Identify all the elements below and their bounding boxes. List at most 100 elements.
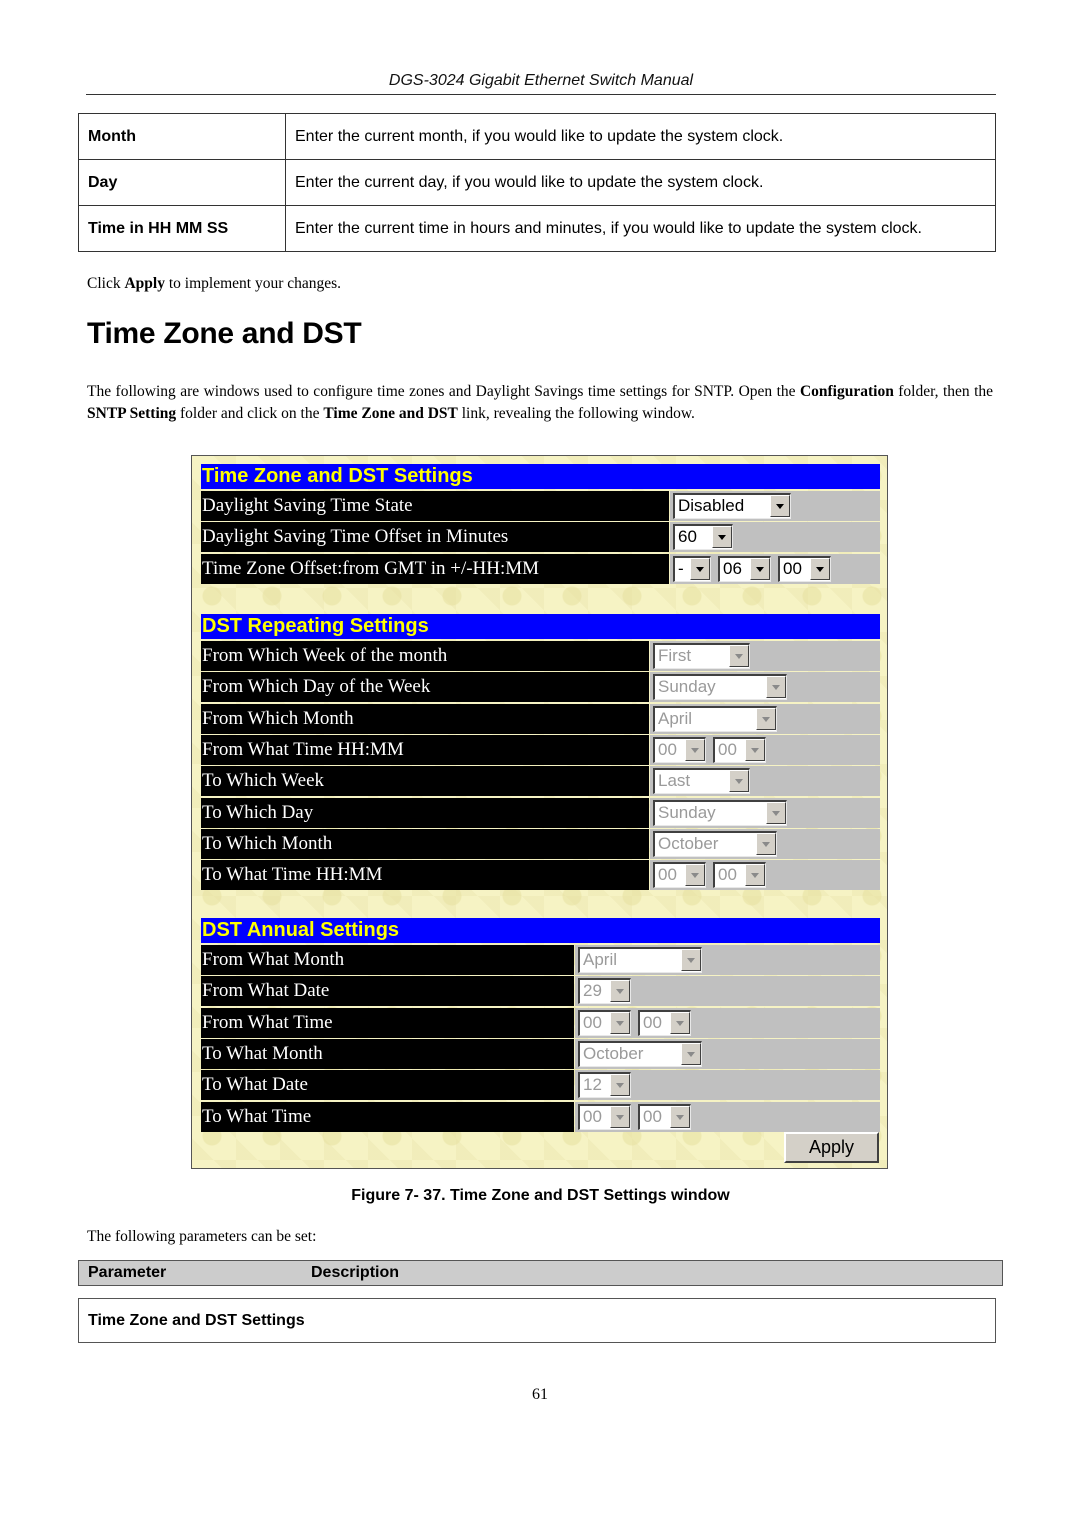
setting-value-cell: 12 [575,1070,880,1101]
dropdown-select[interactable]: 00 [578,1103,631,1130]
dropdown-select[interactable]: 06 [718,555,771,582]
dropdown-select[interactable]: October [653,830,777,857]
dropdown-value: Sunday [658,802,716,822]
setting-value-cell: 00 00 [650,860,880,891]
chevron-down-icon[interactable] [610,1011,630,1034]
bold-run: Configuration [799,383,894,400]
desc-month: Enter the current month, if you would li… [285,113,996,160]
dropdown-select[interactable]: 00 [713,862,766,889]
text-run: Click [87,275,125,292]
setting-value-cell: October [650,828,880,859]
setting-label: From What Time [201,1007,574,1038]
dropdown-value: 29 [583,981,602,1001]
setting-value-cell: October [575,1038,880,1069]
dropdown-select[interactable]: Disabled [673,493,791,519]
header-rule [86,94,996,95]
setting-label: To What Date [201,1070,574,1101]
dropdown-select[interactable]: Sunday [653,674,787,701]
dropdown-select[interactable]: 29 [578,978,631,1005]
dropdown-select[interactable]: - [673,555,711,582]
dropdown-value: October [658,833,719,853]
chevron-down-icon[interactable] [729,645,749,667]
chevron-down-icon[interactable] [729,770,749,793]
setting-label: From What Date [201,976,574,1007]
settings-row: From Which Day of the Week Sunday [201,672,880,703]
dropdown-value: Sunday [658,677,716,697]
setting-label: To What Time HH:MM [201,860,649,891]
chevron-down-icon[interactable] [770,495,790,517]
dropdown-select[interactable]: First [653,643,750,669]
setting-value-cell: 00 00 [575,1007,880,1038]
dropdown-value: 00 [658,865,677,885]
tz-section-title: Time Zone and DST Settings [201,464,880,489]
parameter-table-top: Month Enter the current month, if you wo… [78,113,996,252]
following-text: The following parameters can be set: [87,1228,317,1245]
setting-label: To What Time [201,1101,574,1132]
chevron-down-icon[interactable] [756,832,776,855]
settings-row: From Which Week of the month First [201,641,880,671]
dropdown-value: 00 [658,739,677,759]
setting-value-cell: - 06 00 [670,553,880,584]
chevron-down-icon[interactable] [712,526,732,549]
dropdown-value: April [658,708,693,728]
dropdown-select[interactable]: 00 [578,1009,631,1036]
chevron-down-icon[interactable] [610,980,630,1003]
settings-row: Daylight Saving Time Offset in Minutes 60 [201,522,880,553]
running-header: DGS-3024 Gigabit Ethernet Switch Manual [388,72,694,89]
page-number: 61 [532,1386,548,1403]
chevron-down-icon[interactable] [610,1074,630,1097]
dropdown-select[interactable]: April [578,947,702,973]
chevron-down-icon[interactable] [685,864,705,887]
dropdown-select[interactable]: 00 [638,1009,691,1036]
chevron-down-icon[interactable] [690,557,710,580]
text-run: link, revealing the following window. [457,404,695,422]
header-parameter: Parameter [88,1264,167,1281]
chevron-down-icon[interactable] [750,557,770,580]
chevron-down-icon[interactable] [745,738,765,761]
dropdown-select[interactable]: Sunday [653,799,787,826]
dropdown-select[interactable]: 00 [638,1103,691,1130]
chevron-down-icon[interactable] [685,738,705,761]
setting-value-cell: 00 00 [575,1101,880,1132]
chevron-down-icon[interactable] [610,1105,630,1128]
time-zone-dst-settings-window: Apply Time Zone and DST Settings Daylight… [191,455,888,1169]
chevron-down-icon[interactable] [766,676,786,699]
setting-label: Time Zone Offset:from GMT in +/-HH:MM [201,553,669,584]
param-month: Month [78,113,286,160]
settings-row: To What Date 12 [201,1070,880,1101]
dropdown-select[interactable]: Last [653,768,750,795]
dropdown-select[interactable]: 00 [653,736,706,763]
dropdown-select[interactable]: April [653,705,777,732]
dropdown-value: October [583,1043,644,1063]
setting-value-cell: April [575,945,880,975]
chevron-down-icon[interactable] [810,557,830,580]
dropdown-value: - [678,558,684,578]
chevron-down-icon[interactable] [756,707,776,730]
setting-value-cell: 29 [575,976,880,1007]
setting-value-cell: Disabled [670,491,880,521]
settings-row: From What Time 00 00 [201,1007,880,1038]
chevron-down-icon[interactable] [745,864,765,887]
chevron-down-icon[interactable] [681,1042,701,1065]
desc-time: Enter the current time in hours and minu… [285,205,996,252]
chevron-down-icon[interactable] [766,801,786,824]
dropdown-select[interactable]: 00 [653,862,706,889]
dropdown-select[interactable]: 12 [578,1072,631,1099]
apply-button[interactable]: Apply [784,1132,879,1163]
settings-row: From What Date 29 [201,976,880,1007]
dropdown-select[interactable]: 00 [713,736,766,763]
text-run: to implement your changes. [164,275,342,292]
dropdown-select[interactable]: 00 [778,555,831,582]
setting-value-cell: Sunday [650,797,880,828]
chevron-down-icon[interactable] [670,1011,690,1034]
dropdown-select[interactable]: October [578,1040,702,1067]
chevron-down-icon[interactable] [670,1105,690,1128]
figure-caption: Figure 7- 37. Time Zone and DST Settings… [351,1187,730,1204]
dropdown-select[interactable]: 60 [673,524,733,551]
dropdown-value: 60 [678,527,697,547]
table-row: Month Enter the current month, if you wo… [78,113,996,160]
settings-row: To Which Month October [201,828,880,859]
chevron-down-icon[interactable] [681,949,701,971]
param-table-section-row: Time Zone and DST Settings [78,1298,996,1343]
desc-day: Enter the current day, if you would like… [285,159,996,206]
